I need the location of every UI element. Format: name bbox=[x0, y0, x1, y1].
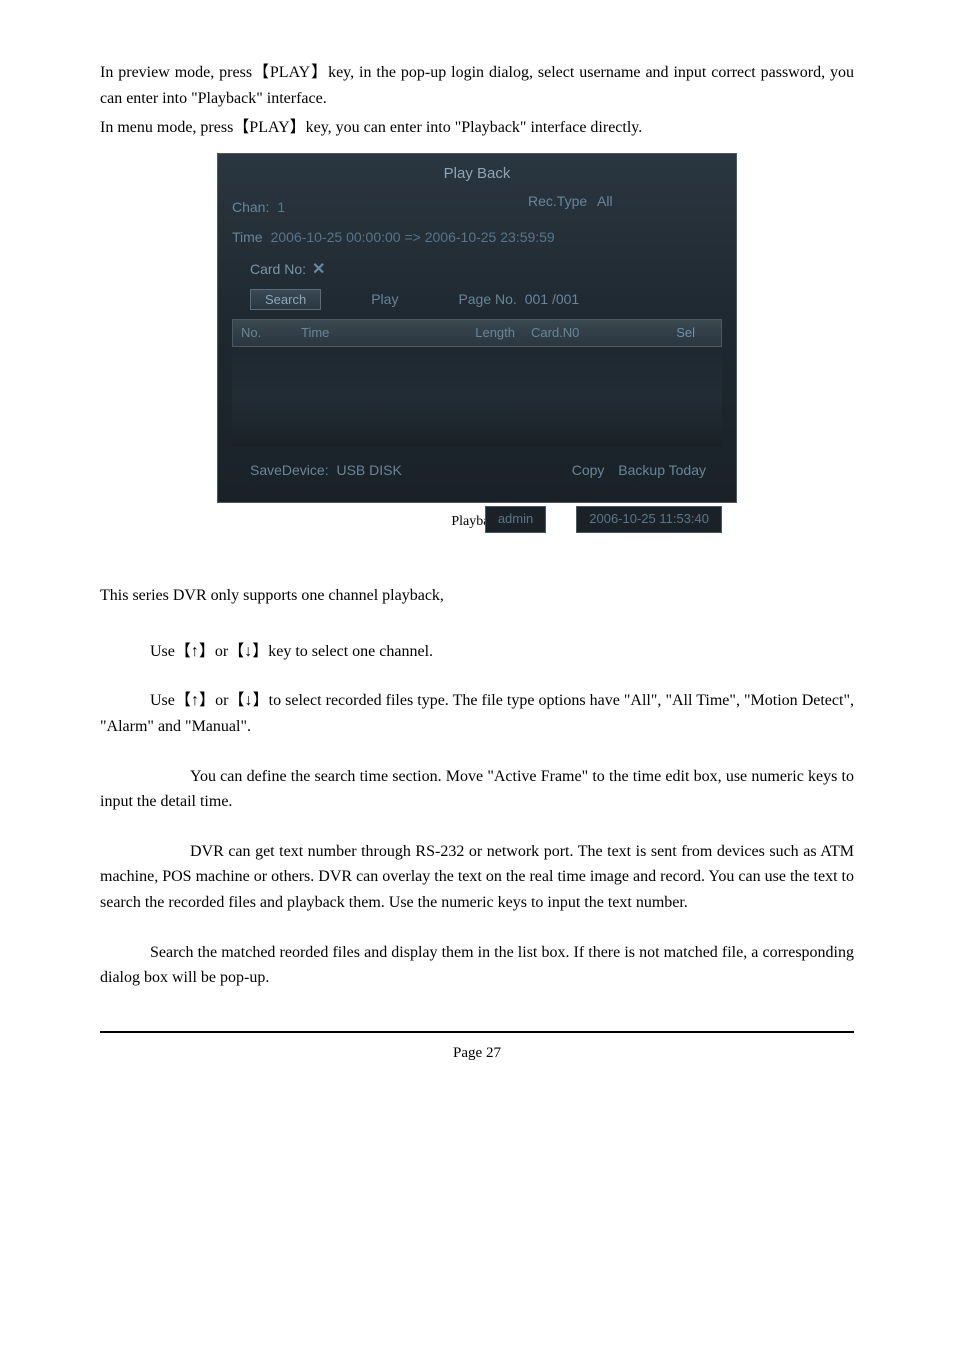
rectype-value[interactable]: All bbox=[597, 193, 613, 209]
th-sel: Sel bbox=[643, 323, 703, 344]
play-button[interactable]: Play bbox=[371, 288, 398, 310]
cardnumber-description: DVR can get text number through RS-232 o… bbox=[100, 839, 854, 916]
status-user: admin bbox=[485, 506, 546, 533]
timesection-description: You can define the search time section. … bbox=[100, 764, 854, 815]
playback-panel: Play Back Chan: 1 Rec.Type All Time 2006… bbox=[217, 153, 737, 503]
cardno-label: Card No: bbox=[250, 258, 306, 280]
chan-value[interactable]: 1 bbox=[277, 196, 285, 218]
note-text: This series DVR only supports one channe… bbox=[100, 583, 854, 609]
time-value[interactable]: 2006-10-25 00:00:00 => 2006-10-25 23:59:… bbox=[271, 226, 555, 248]
th-time: Time bbox=[293, 323, 413, 344]
th-length: Length bbox=[413, 323, 523, 344]
playback-screenshot: Play Back Chan: 1 Rec.Type All Time 2006… bbox=[100, 153, 854, 503]
table-header: No. Time Length Card.N0 Sel bbox=[232, 319, 722, 348]
th-no: No. bbox=[233, 323, 293, 344]
savedevice-value[interactable]: USB DISK bbox=[336, 462, 401, 478]
chan-description: Use【↑】or【↓】key to select one channel. bbox=[100, 639, 854, 665]
search-button[interactable]: Search bbox=[250, 289, 321, 310]
search-description: Search the matched reorded files and dis… bbox=[100, 940, 854, 991]
panel-title: Play Back bbox=[232, 162, 722, 186]
intro-paragraph-2: In menu mode, press【PLAY】key, you can en… bbox=[100, 115, 854, 141]
cardno-clear-icon[interactable]: ✕ bbox=[312, 257, 325, 283]
rectype-description: Use【↑】or【↓】to select recorded files type… bbox=[100, 688, 854, 739]
page-number: Page 27 bbox=[453, 1045, 501, 1061]
page-footer: Page 27 bbox=[100, 1031, 854, 1065]
rectype-label: Rec.Type bbox=[528, 193, 587, 209]
backup-today-button[interactable]: Backup Today bbox=[618, 462, 706, 478]
copy-button[interactable]: Copy bbox=[572, 462, 605, 478]
th-cardno: Card.N0 bbox=[523, 323, 643, 344]
pageno-value: 001 /001 bbox=[525, 291, 580, 307]
status-time: 2006-10-25 11:53:40 bbox=[576, 506, 722, 533]
time-label: Time bbox=[232, 226, 263, 248]
table-body bbox=[232, 347, 722, 447]
pageno-label: Page No. bbox=[458, 291, 516, 307]
chan-label: Chan: bbox=[232, 196, 269, 218]
savedevice-label: SaveDevice: bbox=[250, 462, 329, 478]
intro-paragraph-1: In preview mode, press【PLAY】key, in the … bbox=[100, 60, 854, 111]
